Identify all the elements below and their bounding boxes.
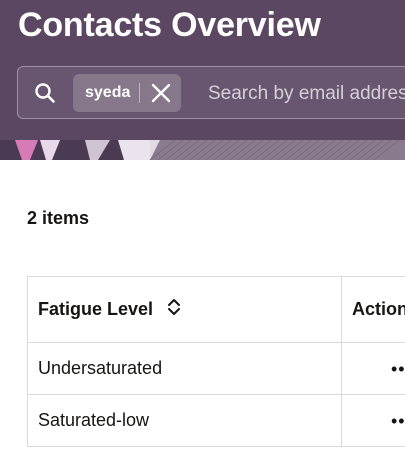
column-header-label: Actions: [352, 299, 405, 319]
main-content: 2 items Fatigue Level Actions Undersatur…: [0, 160, 405, 453]
actions-cell: •••: [343, 343, 405, 394]
search-filter-chip[interactable]: syeda: [73, 74, 181, 112]
column-header-actions: Actions: [343, 277, 405, 342]
page-title: Contacts Overview: [18, 6, 321, 44]
table-row[interactable]: Undersaturated •••: [28, 343, 405, 395]
actions-cell: •••: [343, 395, 405, 446]
fatigue-level-cell: Undersaturated: [28, 343, 342, 394]
search-icon[interactable]: [34, 82, 56, 109]
column-header-fatigue-level[interactable]: Fatigue Level: [28, 277, 342, 342]
table-row[interactable]: Saturated-low •••: [28, 395, 405, 447]
fatigue-level-cell: Saturated-low: [28, 395, 342, 446]
table-header-row: Fatigue Level Actions: [28, 277, 405, 343]
fatigue-level-value: Saturated-low: [38, 410, 150, 430]
sort-icon[interactable]: [167, 298, 181, 321]
column-header-label: Fatigue Level: [38, 299, 154, 319]
fatigue-level-value: Undersaturated: [38, 358, 163, 378]
results-count: 2 items: [27, 208, 90, 228]
header-pattern-decoration: [15, 140, 405, 160]
contacts-table: Fatigue Level Actions Undersaturated •••: [27, 276, 405, 447]
chip-label: syeda: [85, 84, 131, 101]
close-icon[interactable]: [151, 83, 171, 108]
search-input[interactable]: [206, 79, 405, 109]
more-actions-icon[interactable]: •••: [391, 359, 405, 380]
chip-divider: [139, 83, 140, 103]
page-header: Contacts Overview syeda: [0, 0, 405, 160]
search-bar[interactable]: syeda: [17, 66, 405, 119]
more-actions-icon[interactable]: •••: [391, 411, 405, 432]
